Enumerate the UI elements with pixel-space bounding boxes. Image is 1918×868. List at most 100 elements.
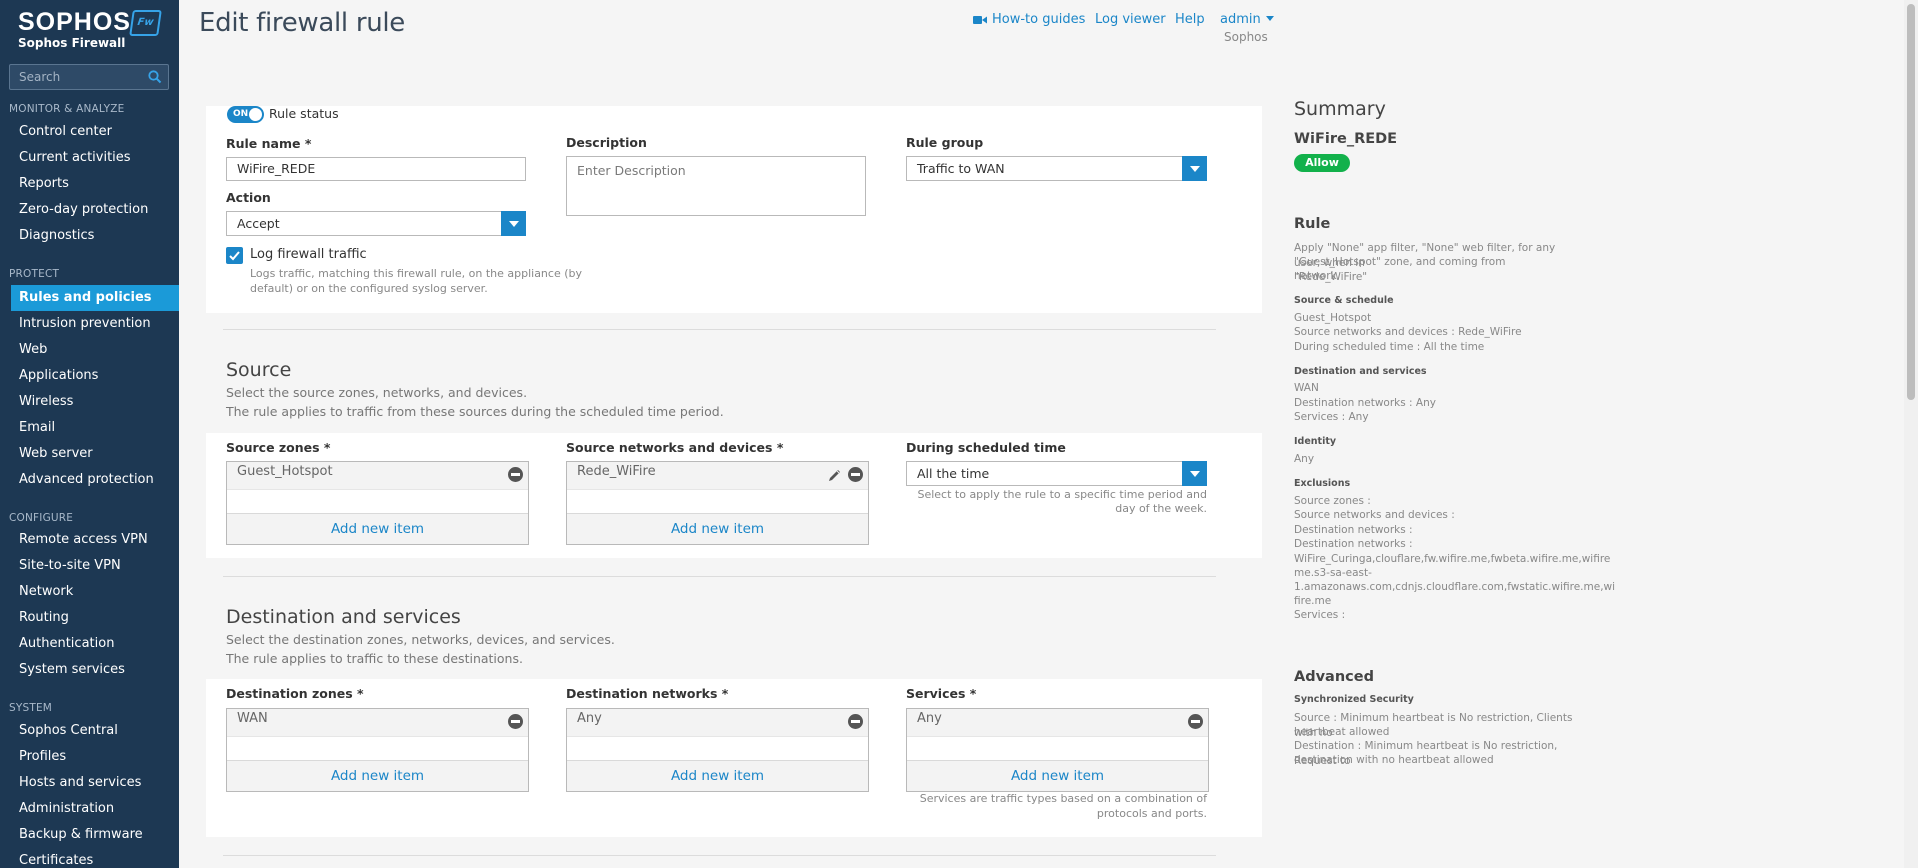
description-textarea[interactable]: [566, 156, 866, 216]
sidebar: SOPHOS Sophos Firewall Fw MONITOR & ANAL…: [0, 0, 179, 868]
sidebar-item-rules-and-policies[interactable]: Rules and policies: [11, 285, 179, 311]
divider: [223, 576, 1216, 577]
destination-zones-list: WAN Add new item: [226, 708, 529, 792]
chevron-down-icon[interactable]: [1182, 156, 1207, 181]
logo-wordmark: SOPHOS: [18, 8, 131, 36]
pencil-icon[interactable]: [827, 467, 843, 483]
sidebar-item-system-services[interactable]: System services: [11, 657, 179, 683]
sidebar-item-backup-firmware[interactable]: Backup & firmware: [11, 822, 179, 848]
sidebar-item-sophos-central[interactable]: Sophos Central: [11, 718, 179, 744]
sidebar-item-certificates[interactable]: Certificates: [11, 848, 179, 868]
sidebar-item-authentication[interactable]: Authentication: [11, 631, 179, 657]
sidebar-item-network[interactable]: Network: [11, 579, 179, 605]
toggle-knob: [249, 108, 262, 121]
list-item[interactable]: Any: [907, 709, 1208, 737]
sidebar-item-profiles[interactable]: Profiles: [11, 744, 179, 770]
add-service-button[interactable]: Add new item: [907, 760, 1208, 791]
sidebar-item-diagnostics[interactable]: Diagnostics: [11, 223, 179, 249]
rule-name-input[interactable]: WiFire_REDE: [226, 157, 526, 181]
sidebar-item-reports[interactable]: Reports: [11, 171, 179, 197]
rule-status-toggle[interactable]: ON: [227, 106, 264, 123]
search-icon[interactable]: [147, 69, 163, 85]
checkmark-icon: [229, 251, 240, 261]
page-scrollbar[interactable]: [1904, 0, 1918, 868]
remove-icon[interactable]: [848, 714, 863, 729]
log-viewer-link[interactable]: Log viewer: [1095, 12, 1166, 27]
remove-icon[interactable]: [1188, 714, 1203, 729]
sidebar-item-intrusion-prevention[interactable]: Intrusion prevention: [11, 311, 179, 337]
source-zones-list: Guest_Hotspot Add new item: [226, 461, 529, 545]
chevron-down-icon[interactable]: [1182, 461, 1207, 486]
summary-source-3: During scheduled time : All the time: [1294, 341, 1485, 353]
sidebar-item-email[interactable]: Email: [11, 415, 179, 441]
sidebar-item-control-center[interactable]: Control center: [11, 119, 179, 145]
sidebar-item-web-server[interactable]: Web server: [11, 441, 179, 467]
page-title: Edit firewall rule: [199, 8, 406, 38]
add-source-zone-button[interactable]: Add new item: [227, 513, 528, 544]
howto-guides-link[interactable]: How-to guides: [973, 12, 1085, 27]
remove-icon[interactable]: [848, 467, 863, 482]
sidebar-item-web[interactable]: Web: [11, 337, 179, 363]
sidebar-item-remote-access-vpn[interactable]: Remote access VPN: [11, 527, 179, 553]
sophos-logo[interactable]: SOPHOS Sophos Firewall Fw: [18, 8, 162, 50]
remove-icon[interactable]: [508, 467, 523, 482]
summary-advanced-2: heartbeat allowed: [1294, 726, 1390, 738]
schedule-hint-1: Select to apply the rule to a specific t…: [917, 488, 1207, 501]
sidebar-item-wireless[interactable]: Wireless: [11, 389, 179, 415]
summary-sync-heading: Synchronized Security: [1294, 694, 1414, 705]
summary-title: Summary: [1294, 98, 1386, 120]
source-networks-list: Rede_WiFire Add new item: [566, 461, 869, 545]
schedule-select[interactable]: All the time: [906, 461, 1207, 486]
rule-status-label: Rule status: [269, 106, 339, 121]
summary-exclusions-3: Destination networks :: [1294, 524, 1413, 536]
summary-rule-heading: Rule: [1294, 216, 1331, 232]
sidebar-item-routing[interactable]: Routing: [11, 605, 179, 631]
chevron-down-icon: [1265, 16, 1274, 21]
action-select[interactable]: Accept: [226, 211, 526, 236]
rule-group-select[interactable]: Traffic to WAN: [906, 156, 1207, 181]
summary-destination-3: Services : Any: [1294, 411, 1369, 423]
destination-title: Destination and services: [226, 606, 461, 628]
source-title: Source: [226, 359, 292, 381]
remove-icon[interactable]: [508, 714, 523, 729]
rule-group-label: Rule group: [906, 135, 984, 150]
summary-source-1: Guest_Hotspot: [1294, 312, 1372, 324]
allow-badge: Allow: [1294, 154, 1350, 172]
divider: [223, 855, 1216, 856]
sidebar-item-hosts-and-services[interactable]: Hosts and services: [11, 770, 179, 796]
destination-zone-value: WAN: [237, 711, 268, 726]
log-traffic-checkbox[interactable]: [226, 247, 243, 264]
destination-networks-label: Destination networks *: [566, 686, 729, 701]
sidebar-item-administration[interactable]: Administration: [11, 796, 179, 822]
list-item[interactable]: WAN: [227, 709, 528, 737]
summary-exclusions-2: Source networks and devices :: [1294, 509, 1455, 521]
section-system: SYSTEM: [9, 702, 53, 714]
add-destination-zone-button[interactable]: Add new item: [227, 760, 528, 791]
help-link[interactable]: Help: [1175, 12, 1205, 27]
organization-name: Sophos: [1224, 30, 1268, 44]
list-item[interactable]: Any: [567, 709, 868, 737]
summary-destination-1: WAN: [1294, 382, 1319, 394]
summary-source-heading: Source & schedule: [1294, 295, 1394, 306]
chevron-down-icon[interactable]: [501, 211, 526, 236]
schedule-label: During scheduled time: [906, 440, 1066, 455]
scrollbar-thumb[interactable]: [1907, 4, 1915, 400]
add-source-network-button[interactable]: Add new item: [567, 513, 868, 544]
sidebar-item-current-activities[interactable]: Current activities: [11, 145, 179, 171]
admin-menu[interactable]: admin: [1220, 12, 1274, 27]
howto-guides-label: How-to guides: [992, 12, 1086, 27]
search-input[interactable]: [10, 65, 140, 89]
log-hint-line-1: Logs traffic, matching this firewall rul…: [250, 267, 582, 280]
source-desc-1: Select the source zones, networks, and d…: [226, 385, 528, 400]
sidebar-item-advanced-protection[interactable]: Advanced protection: [11, 467, 179, 493]
video-camera-icon: [973, 16, 987, 24]
list-item[interactable]: Guest_Hotspot: [227, 462, 528, 490]
add-destination-network-button[interactable]: Add new item: [567, 760, 868, 791]
services-hint-1: Services are traffic types based on a co…: [919, 792, 1207, 805]
list-item[interactable]: Rede_WiFire: [567, 462, 868, 490]
destination-network-value: Any: [577, 711, 602, 726]
sidebar-item-site-to-site-vpn[interactable]: Site-to-site VPN: [11, 553, 179, 579]
fw-badge-icon: Fw: [129, 10, 162, 36]
sidebar-item-zero-day-protection[interactable]: Zero-day protection: [11, 197, 179, 223]
sidebar-item-applications[interactable]: Applications: [11, 363, 179, 389]
